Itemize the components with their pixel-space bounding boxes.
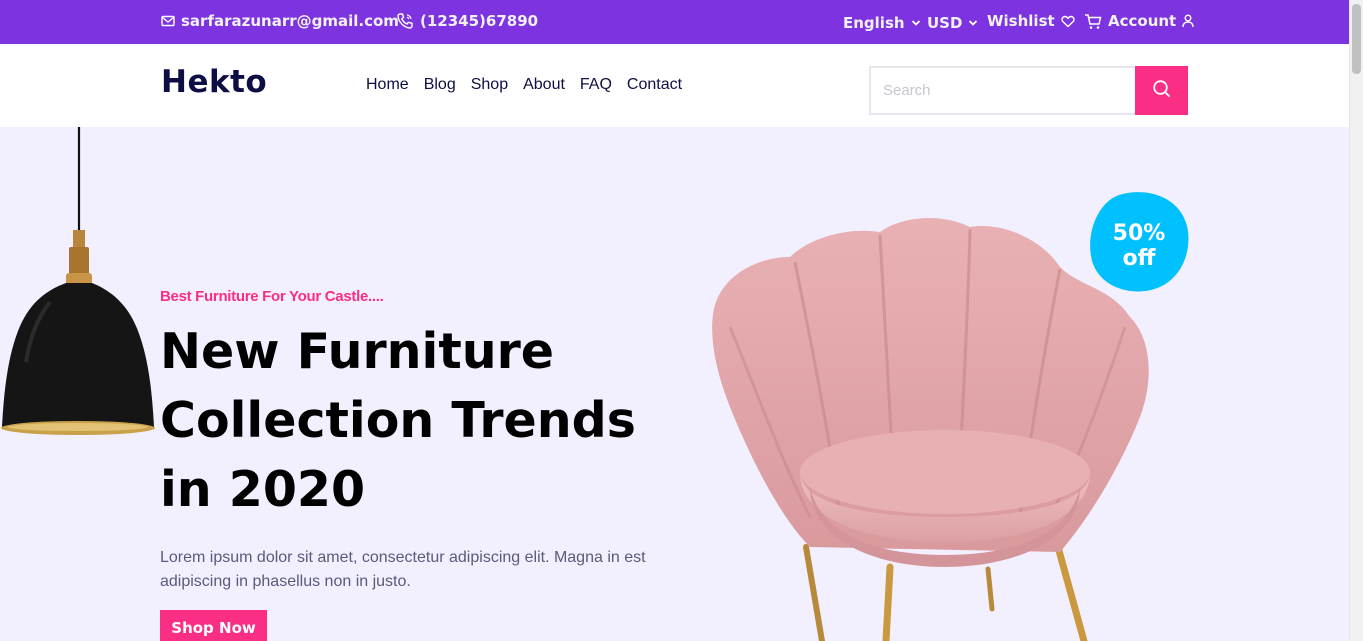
account-label: Account	[1108, 12, 1177, 30]
phone-text: (12345)67890	[420, 12, 539, 30]
badge-off: off	[1122, 246, 1156, 271]
nav-about[interactable]: About	[523, 76, 565, 94]
mail-icon	[161, 15, 175, 27]
currency-select[interactable]: USD	[927, 13, 978, 33]
headline-line: Collection Trends	[160, 392, 636, 449]
currency-label: USD	[927, 14, 963, 32]
headline-line: New Furniture	[160, 323, 555, 380]
pendant-lamp-image	[1, 127, 155, 435]
nav-contact[interactable]: Contact	[627, 76, 682, 94]
search-input[interactable]	[869, 66, 1135, 115]
shop-now-button[interactable]: Shop Now	[160, 610, 267, 641]
discount-badge-text: 50% off	[1089, 221, 1189, 271]
nav-faq[interactable]: FAQ	[580, 76, 612, 94]
headline-line: in 2020	[160, 461, 366, 518]
hero-tagline: Best Furniture For Your Castle....	[160, 288, 384, 305]
nav-shop[interactable]: Shop	[471, 76, 508, 94]
cart-icon[interactable]	[1084, 13, 1102, 30]
wishlist-link[interactable]: Wishlist	[987, 11, 1075, 31]
logo[interactable]: Hekto	[161, 64, 267, 100]
hero-description: Lorem ipsum dolor sit amet, consectetur …	[160, 549, 646, 590]
user-icon	[1182, 14, 1194, 28]
nav-blog[interactable]: Blog	[424, 76, 456, 94]
phone-contact[interactable]: (12345)67890	[396, 11, 538, 31]
language-select[interactable]: English	[843, 13, 921, 33]
main-nav: Home Blog Shop About FAQ Contact	[366, 76, 697, 94]
language-label: English	[843, 14, 905, 32]
main-header: Hekto Home Blog Shop About FAQ Contact	[0, 44, 1349, 127]
hero-section: Best Furniture For Your Castle.... New F…	[0, 127, 1349, 641]
search-bar	[869, 66, 1188, 115]
hero-headline: New Furniture Collection Trends in 2020	[160, 317, 680, 524]
account-link[interactable]: Account	[1084, 11, 1194, 31]
chevron-down-icon	[968, 19, 978, 27]
chevron-down-icon	[911, 19, 921, 27]
heart-icon	[1061, 15, 1075, 28]
nav-home[interactable]: Home	[366, 76, 409, 94]
search-icon	[1152, 79, 1171, 103]
page-scrollbar[interactable]	[1349, 0, 1363, 641]
email-text: sarfarazunarr@gmail.com	[181, 12, 399, 30]
scrollbar-thumb[interactable]	[1352, 4, 1361, 74]
top-bar: sarfarazunarr@gmail.com (12345)67890 Eng…	[0, 0, 1349, 44]
search-button[interactable]	[1135, 66, 1188, 115]
wishlist-label: Wishlist	[987, 12, 1055, 30]
email-contact[interactable]: sarfarazunarr@gmail.com	[161, 11, 399, 31]
badge-percent: 50%	[1112, 221, 1166, 246]
phone-icon	[396, 12, 414, 30]
